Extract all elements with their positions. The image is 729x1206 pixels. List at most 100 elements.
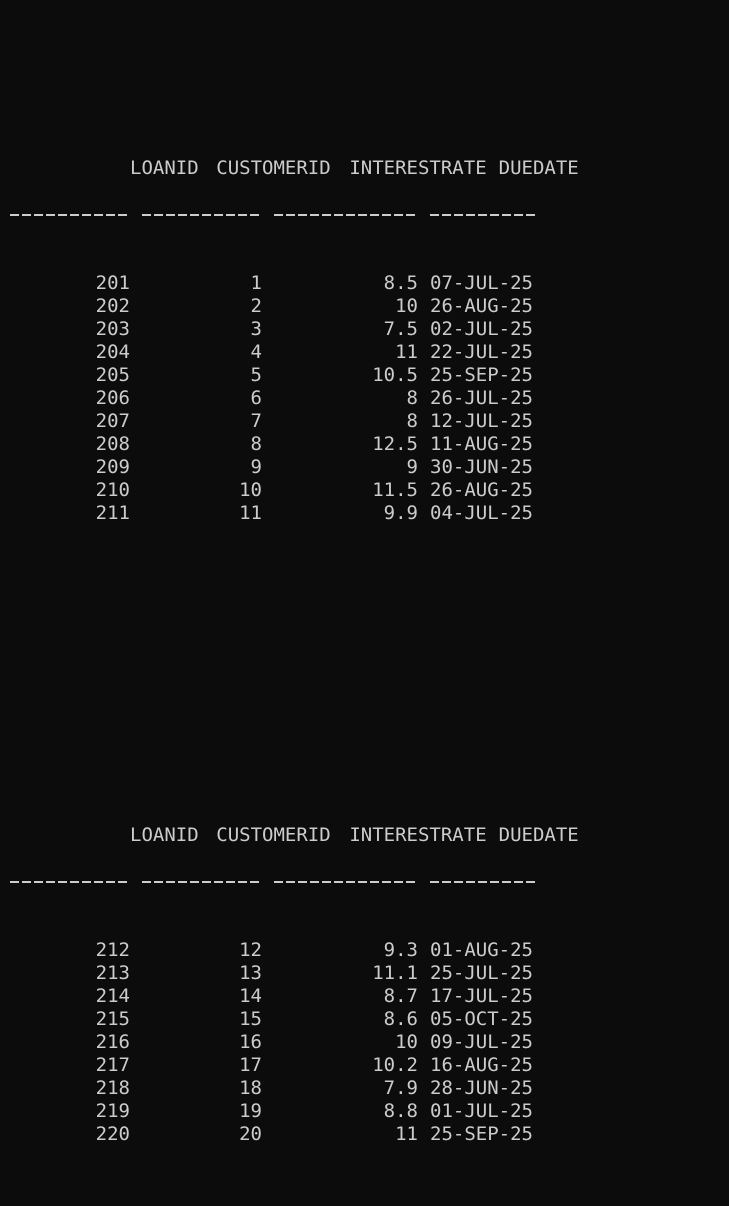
dash-glyph — [94, 880, 103, 883]
cell-interestrate: 8 — [406, 410, 418, 432]
cell-interestrate: 10 — [395, 1031, 418, 1053]
cell-interestrate: 11 — [395, 341, 418, 363]
separator-customerid — [142, 870, 262, 893]
table-row: 207 7 8 12-JUL-25 — [10, 410, 725, 433]
dash-glyph — [22, 880, 31, 883]
dash-glyph — [82, 880, 91, 883]
cell-loanid: 209 — [95, 456, 130, 478]
cell-loanid: 214 — [95, 985, 130, 1007]
dash-glyph — [358, 213, 367, 216]
cell-interestrate: 11.5 — [372, 479, 418, 501]
dash-glyph — [526, 213, 535, 216]
col-header-customerid: CUSTOMERID — [216, 157, 331, 179]
dash-glyph — [334, 880, 343, 883]
dash-glyph — [382, 213, 391, 216]
cell-interestrate: 10.2 — [372, 1054, 418, 1076]
dash-glyph — [166, 213, 175, 216]
cell-loanid: 201 — [95, 272, 130, 294]
dash-glyph — [478, 880, 487, 883]
dash-glyph — [154, 213, 163, 216]
table-row: 216 16 10 09-JUL-25 — [10, 1031, 725, 1054]
dash-glyph — [250, 880, 259, 883]
dash-glyph — [22, 213, 31, 216]
dash-glyph — [214, 213, 223, 216]
dash-glyph — [58, 213, 67, 216]
dash-glyph — [58, 880, 67, 883]
table-row: 212 12 9.3 01-AUG-25 — [10, 939, 725, 962]
dash-glyph — [202, 880, 211, 883]
separator-row — [10, 870, 725, 893]
dash-glyph — [190, 880, 199, 883]
dash-glyph — [10, 880, 19, 883]
dash-glyph — [142, 213, 151, 216]
col-header-duedate: DUEDATE — [498, 157, 579, 179]
dash-glyph — [298, 880, 307, 883]
cell-loanid: 216 — [95, 1031, 130, 1053]
cell-loanid: 215 — [95, 1008, 130, 1030]
dash-glyph — [346, 213, 355, 216]
header-row: LOANID CUSTOMERID INTERESTRATE DUEDATE — [10, 801, 725, 846]
cell-interestrate: 10.5 — [372, 364, 418, 386]
result-page-2: LOANID CUSTOMERID INTERESTRATE DUEDATE 212 1… — [10, 755, 725, 1192]
cell-loanid: 208 — [95, 433, 130, 455]
terminal-output[interactable]: LOANID CUSTOMERID INTERESTRATE DUEDATE 201 1… — [10, 19, 725, 1206]
cell-loanid: 210 — [95, 479, 130, 501]
table-row: 205 5 10.5 25-SEP-25 — [10, 364, 725, 387]
cell-duedate: 04-JUL-25 — [430, 502, 533, 524]
cell-loanid: 205 — [95, 364, 130, 386]
cell-customerid: 1 — [250, 272, 262, 294]
dash-glyph — [298, 213, 307, 216]
dash-glyph — [322, 213, 331, 216]
result-page-1: LOANID CUSTOMERID INTERESTRATE DUEDATE 201 1… — [10, 88, 725, 571]
table-row: 202 2 10 26-AUG-25 — [10, 295, 725, 318]
cell-loanid: 220 — [95, 1123, 130, 1145]
dash-glyph — [370, 880, 379, 883]
cell-duedate: 25-JUL-25 — [430, 962, 533, 984]
cell-loanid: 219 — [95, 1100, 130, 1122]
dash-glyph — [70, 880, 79, 883]
dash-glyph — [250, 213, 259, 216]
cell-customerid: 16 — [239, 1031, 262, 1053]
table-row: 208 8 12.5 11-AUG-25 — [10, 433, 725, 456]
cell-customerid: 17 — [239, 1054, 262, 1076]
cell-duedate: 30-JUN-25 — [430, 456, 533, 478]
cell-loanid: 202 — [95, 295, 130, 317]
dash-glyph — [394, 880, 403, 883]
cell-duedate: 17-JUL-25 — [430, 985, 533, 1007]
dash-glyph — [142, 880, 151, 883]
col-header-customerid: CUSTOMERID — [216, 824, 331, 846]
cell-customerid: 7 — [250, 410, 262, 432]
dash-glyph — [346, 880, 355, 883]
cell-duedate: 26-JUL-25 — [430, 387, 533, 409]
dash-glyph — [490, 880, 499, 883]
cell-duedate: 01-AUG-25 — [430, 939, 533, 961]
cell-loanid: 206 — [95, 387, 130, 409]
dash-glyph — [490, 213, 499, 216]
dash-glyph — [406, 213, 415, 216]
cell-interestrate: 8.8 — [383, 1100, 418, 1122]
cell-interestrate: 11 — [395, 1123, 418, 1145]
col-header-interestrate: INTERESTRATE — [349, 157, 487, 179]
dash-glyph — [454, 213, 463, 216]
cell-interestrate: 9.3 — [383, 939, 418, 961]
table-row: 217 17 10.2 16-AUG-25 — [10, 1054, 725, 1077]
cell-customerid: 8 — [250, 433, 262, 455]
cell-customerid: 2 — [250, 295, 262, 317]
cell-interestrate: 9 — [406, 456, 418, 478]
dash-glyph — [502, 213, 511, 216]
dash-glyph — [238, 213, 247, 216]
dash-glyph — [82, 213, 91, 216]
dash-glyph — [154, 880, 163, 883]
table-row: 204 4 11 22-JUL-25 — [10, 341, 725, 364]
cell-customerid: 12 — [239, 939, 262, 961]
dash-glyph — [94, 213, 103, 216]
dash-glyph — [226, 880, 235, 883]
table-row: 209 9 9 30-JUN-25 — [10, 456, 725, 479]
cell-customerid: 18 — [239, 1077, 262, 1099]
table-row: 215 15 8.6 05-OCT-25 — [10, 1008, 725, 1031]
separator-customerid — [142, 203, 262, 226]
dash-glyph — [514, 880, 523, 883]
table-row: 214 14 8.7 17-JUL-25 — [10, 985, 725, 1008]
col-header-loanid: LOANID — [130, 824, 199, 846]
separator-duedate — [430, 870, 538, 893]
